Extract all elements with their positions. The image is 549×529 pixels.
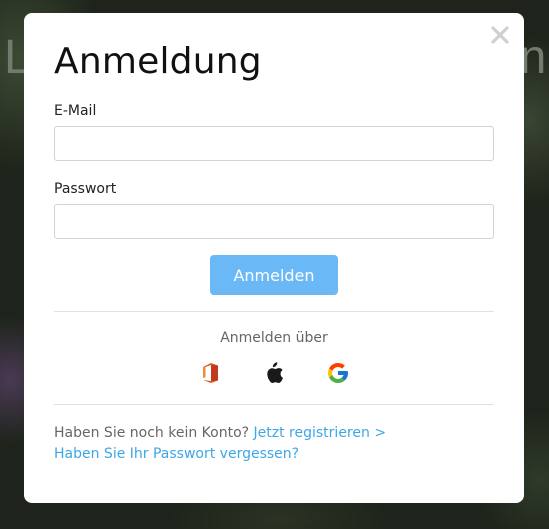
modal-title: Anmeldung xyxy=(54,41,262,82)
social-login-providers xyxy=(54,360,494,386)
forgot-line: Haben Sie Ihr Passwort vergessen? xyxy=(54,444,494,465)
social-login-heading: Anmelden über xyxy=(220,330,328,346)
login-modal: Anmeldung E-Mail Passwort Anmelden Anmel… xyxy=(24,13,524,503)
email-label: E-Mail xyxy=(54,103,97,119)
google-login-button[interactable] xyxy=(325,360,351,386)
close-icon xyxy=(491,26,509,44)
apple-login-button[interactable] xyxy=(261,360,287,386)
forgot-password-link[interactable]: Haben Sie Ihr Passwort vergessen? xyxy=(54,446,299,462)
password-field[interactable] xyxy=(54,204,494,239)
divider xyxy=(54,311,494,312)
register-line: Haben Sie noch kein Konto? Jetzt registr… xyxy=(54,423,494,444)
office-icon xyxy=(203,363,218,383)
apple-icon xyxy=(267,362,283,383)
password-label: Passwort xyxy=(54,181,117,197)
divider xyxy=(54,404,494,405)
google-icon xyxy=(328,363,348,383)
background-heading-right: ni xyxy=(519,31,549,84)
office-login-button[interactable] xyxy=(197,360,223,386)
register-link[interactable]: Jetzt registrieren > xyxy=(254,425,387,441)
no-account-text: Haben Sie noch kein Konto? xyxy=(54,425,250,441)
login-button[interactable]: Anmelden xyxy=(210,255,338,295)
account-links: Haben Sie noch kein Konto? Jetzt registr… xyxy=(54,423,494,465)
email-field[interactable] xyxy=(54,126,494,161)
close-button[interactable] xyxy=(488,23,512,47)
submit-row: Anmelden xyxy=(54,255,494,295)
